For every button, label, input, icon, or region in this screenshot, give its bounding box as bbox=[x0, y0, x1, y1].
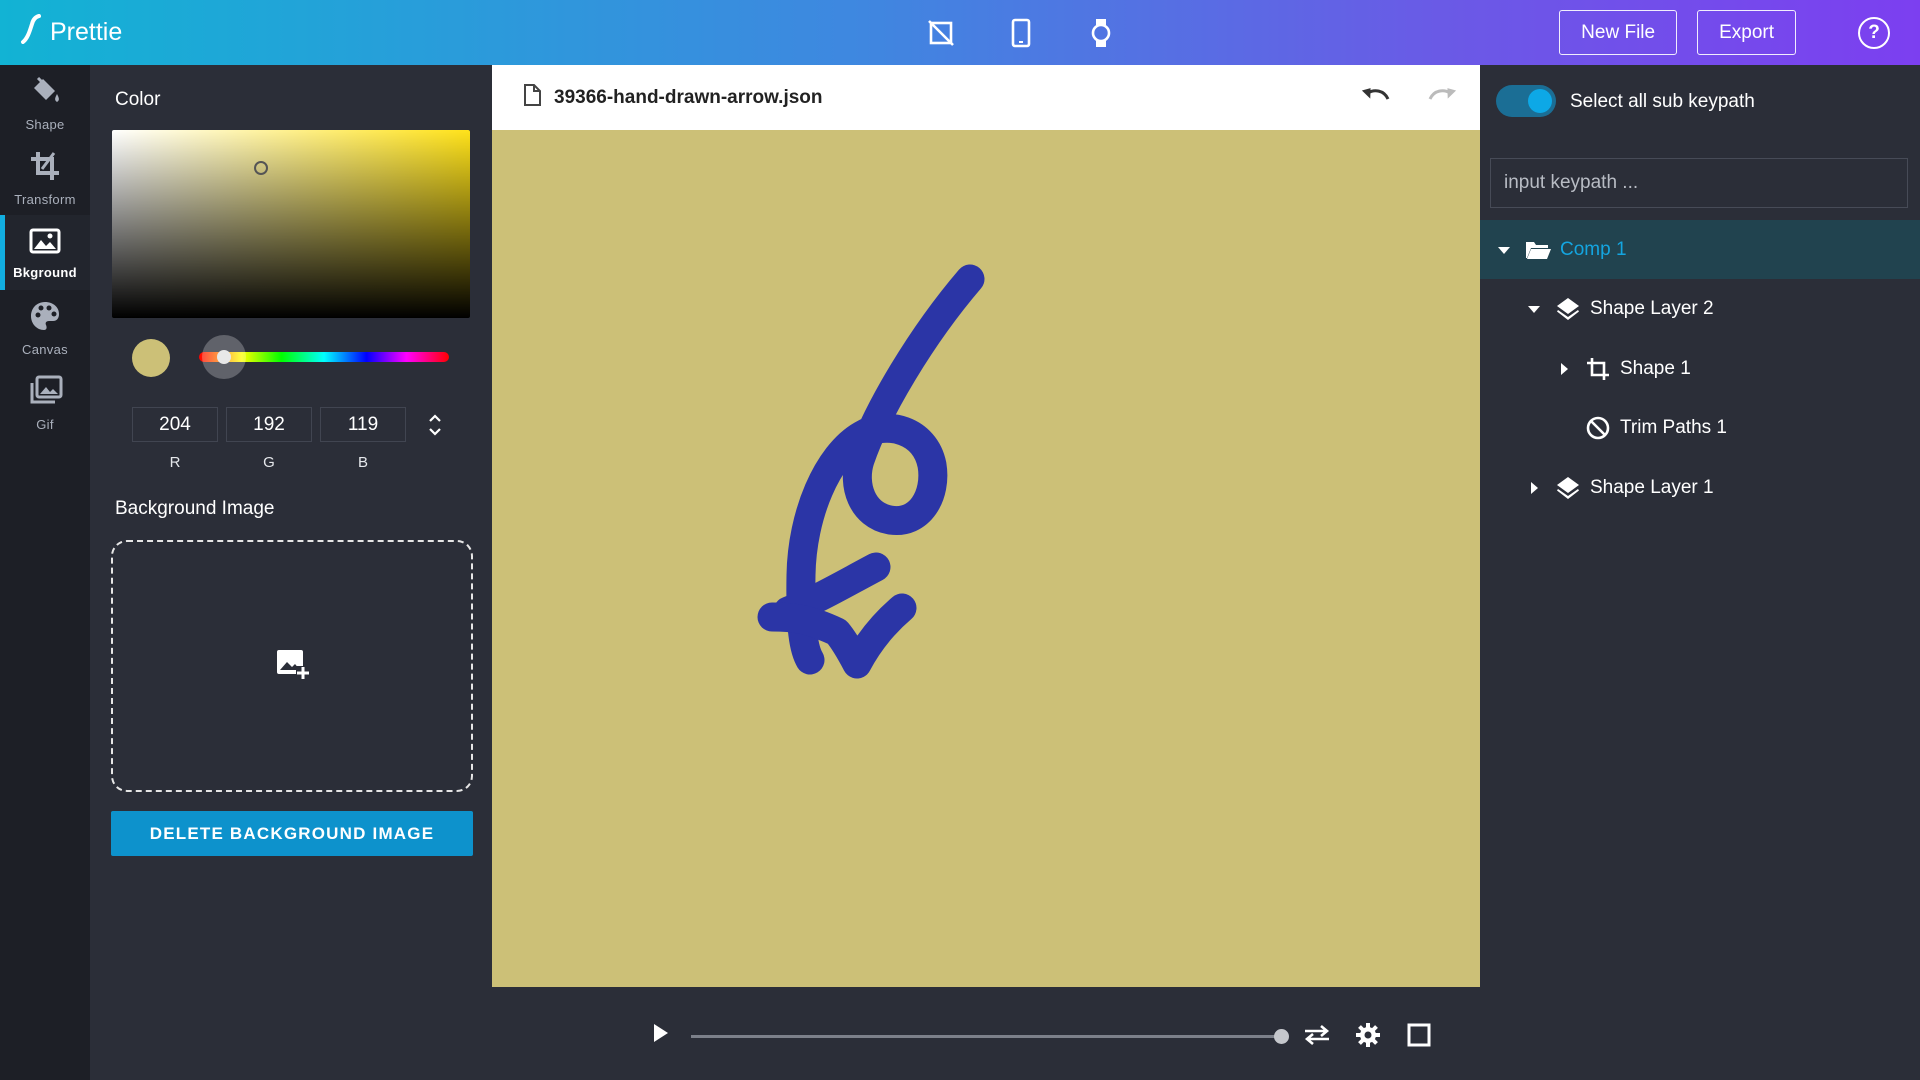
green-label: G bbox=[263, 454, 275, 471]
settings-gear-icon[interactable] bbox=[1353, 1020, 1383, 1050]
select-all-sub-keypath-label: Select all sub keypath bbox=[1570, 91, 1755, 112]
tree-row-label: Shape 1 bbox=[1620, 357, 1691, 379]
layers-icon bbox=[1554, 474, 1582, 502]
nav-label: Bkground bbox=[13, 264, 77, 280]
nav-canvas[interactable]: Canvas bbox=[0, 290, 90, 365]
blue-label: B bbox=[357, 454, 368, 471]
nav-label: Shape bbox=[25, 116, 65, 132]
paint-bucket-icon bbox=[28, 74, 62, 113]
background-panel: Color R G B Background Image DELETE BACK… bbox=[90, 65, 492, 1080]
tree-row-shape-1[interactable]: Shape 1 bbox=[1480, 339, 1920, 398]
tree-row-label: Trim Paths 1 bbox=[1620, 416, 1727, 438]
left-nav: Shape Transform Bkground Canvas Gif bbox=[0, 65, 90, 1080]
help-icon[interactable]: ? bbox=[1858, 16, 1890, 49]
history-controls bbox=[1358, 79, 1460, 115]
nav-label: Canvas bbox=[22, 341, 68, 357]
tree-row-label: Comp 1 bbox=[1560, 238, 1627, 260]
play-icon[interactable] bbox=[647, 1020, 673, 1046]
caret-spacer bbox=[1556, 420, 1572, 436]
fullscreen-square-icon[interactable] bbox=[1404, 1020, 1434, 1050]
timeline-track[interactable] bbox=[691, 1035, 1281, 1038]
no-screen-icon[interactable] bbox=[920, 12, 962, 54]
gif-images-icon bbox=[26, 374, 64, 413]
keypath-panel: Select all sub keypath Comp 1 Shape Laye… bbox=[1480, 65, 1920, 1080]
color-picker-cursor[interactable] bbox=[254, 161, 268, 175]
nav-shape[interactable]: Shape bbox=[0, 65, 90, 140]
caret-down-icon[interactable] bbox=[1496, 242, 1512, 258]
nav-transform[interactable]: Transform bbox=[0, 140, 90, 215]
crop-icon bbox=[1584, 355, 1612, 383]
folder-open-icon bbox=[1524, 236, 1552, 264]
export-button[interactable]: Export bbox=[1697, 10, 1796, 55]
new-file-button[interactable]: New File bbox=[1559, 10, 1678, 55]
nav-label: Transform bbox=[14, 191, 76, 207]
loop-icon[interactable] bbox=[1302, 1020, 1332, 1050]
layers-icon bbox=[1554, 295, 1582, 323]
tree-row-shape-layer-2[interactable]: Shape Layer 2 bbox=[1480, 279, 1920, 338]
watch-icon[interactable] bbox=[1080, 12, 1122, 54]
palette-icon bbox=[28, 299, 62, 338]
player-bar bbox=[492, 987, 1480, 1080]
tree-row-comp-1[interactable]: Comp 1 bbox=[1480, 220, 1920, 279]
phone-icon[interactable] bbox=[1000, 12, 1042, 54]
hand-drawn-arrow-illustration bbox=[757, 264, 985, 679]
add-image-icon bbox=[274, 646, 310, 687]
timeline-thumb[interactable] bbox=[1273, 1029, 1289, 1044]
background-image-title: Background Image bbox=[115, 498, 275, 519]
tree-row-shape-layer-1[interactable]: Shape Layer 1 bbox=[1480, 458, 1920, 517]
red-label: R bbox=[169, 454, 181, 471]
nav-label: Gif bbox=[36, 416, 54, 432]
hue-slider-thumb[interactable] bbox=[202, 335, 246, 379]
prettie-logo-icon bbox=[20, 13, 42, 52]
tree-row-label: Shape Layer 2 bbox=[1590, 297, 1714, 319]
delete-background-image-button[interactable]: DELETE BACKGROUND IMAGE bbox=[111, 811, 473, 856]
current-color-swatch bbox=[132, 339, 170, 377]
tree-row-label: Shape Layer 1 bbox=[1590, 476, 1714, 498]
caret-right-icon[interactable] bbox=[1556, 361, 1572, 377]
top-actions: New File Export ? bbox=[1559, 10, 1890, 55]
nav-gif[interactable]: Gif bbox=[0, 365, 90, 440]
undo-icon[interactable] bbox=[1358, 79, 1394, 115]
redo-icon[interactable] bbox=[1424, 79, 1460, 115]
image-icon bbox=[28, 226, 62, 261]
device-preview-group bbox=[920, 12, 1122, 54]
file-name: 39366-hand-drawn-arrow.json bbox=[554, 86, 823, 108]
animation-canvas[interactable] bbox=[492, 130, 1480, 987]
keypath-input[interactable] bbox=[1490, 158, 1908, 208]
app-brand[interactable]: Prettie bbox=[20, 0, 122, 65]
block-icon bbox=[1584, 414, 1612, 442]
file-icon bbox=[522, 83, 542, 112]
select-all-sub-keypath-toggle[interactable] bbox=[1496, 85, 1556, 117]
app-name: Prettie bbox=[50, 18, 123, 46]
caret-down-icon[interactable] bbox=[1526, 301, 1542, 317]
color-title: Color bbox=[115, 89, 161, 110]
caret-right-icon[interactable] bbox=[1526, 480, 1542, 496]
saturation-value-picker[interactable] bbox=[112, 130, 470, 318]
red-input[interactable] bbox=[132, 407, 218, 442]
toggle-knob bbox=[1528, 89, 1552, 113]
crop-icon bbox=[28, 149, 62, 188]
nav-bkground[interactable]: Bkground bbox=[0, 215, 90, 290]
background-image-dropzone[interactable] bbox=[111, 540, 473, 792]
file-bar: 39366-hand-drawn-arrow.json bbox=[492, 65, 1480, 130]
format-toggle-icon[interactable] bbox=[423, 407, 447, 442]
blue-input[interactable] bbox=[320, 407, 406, 442]
arrow-stroke-shape bbox=[773, 264, 985, 675]
tree-row-trim-paths-1[interactable]: Trim Paths 1 bbox=[1480, 398, 1920, 457]
green-input[interactable] bbox=[226, 407, 312, 442]
top-bar: Prettie New File Export ? bbox=[0, 0, 1920, 65]
